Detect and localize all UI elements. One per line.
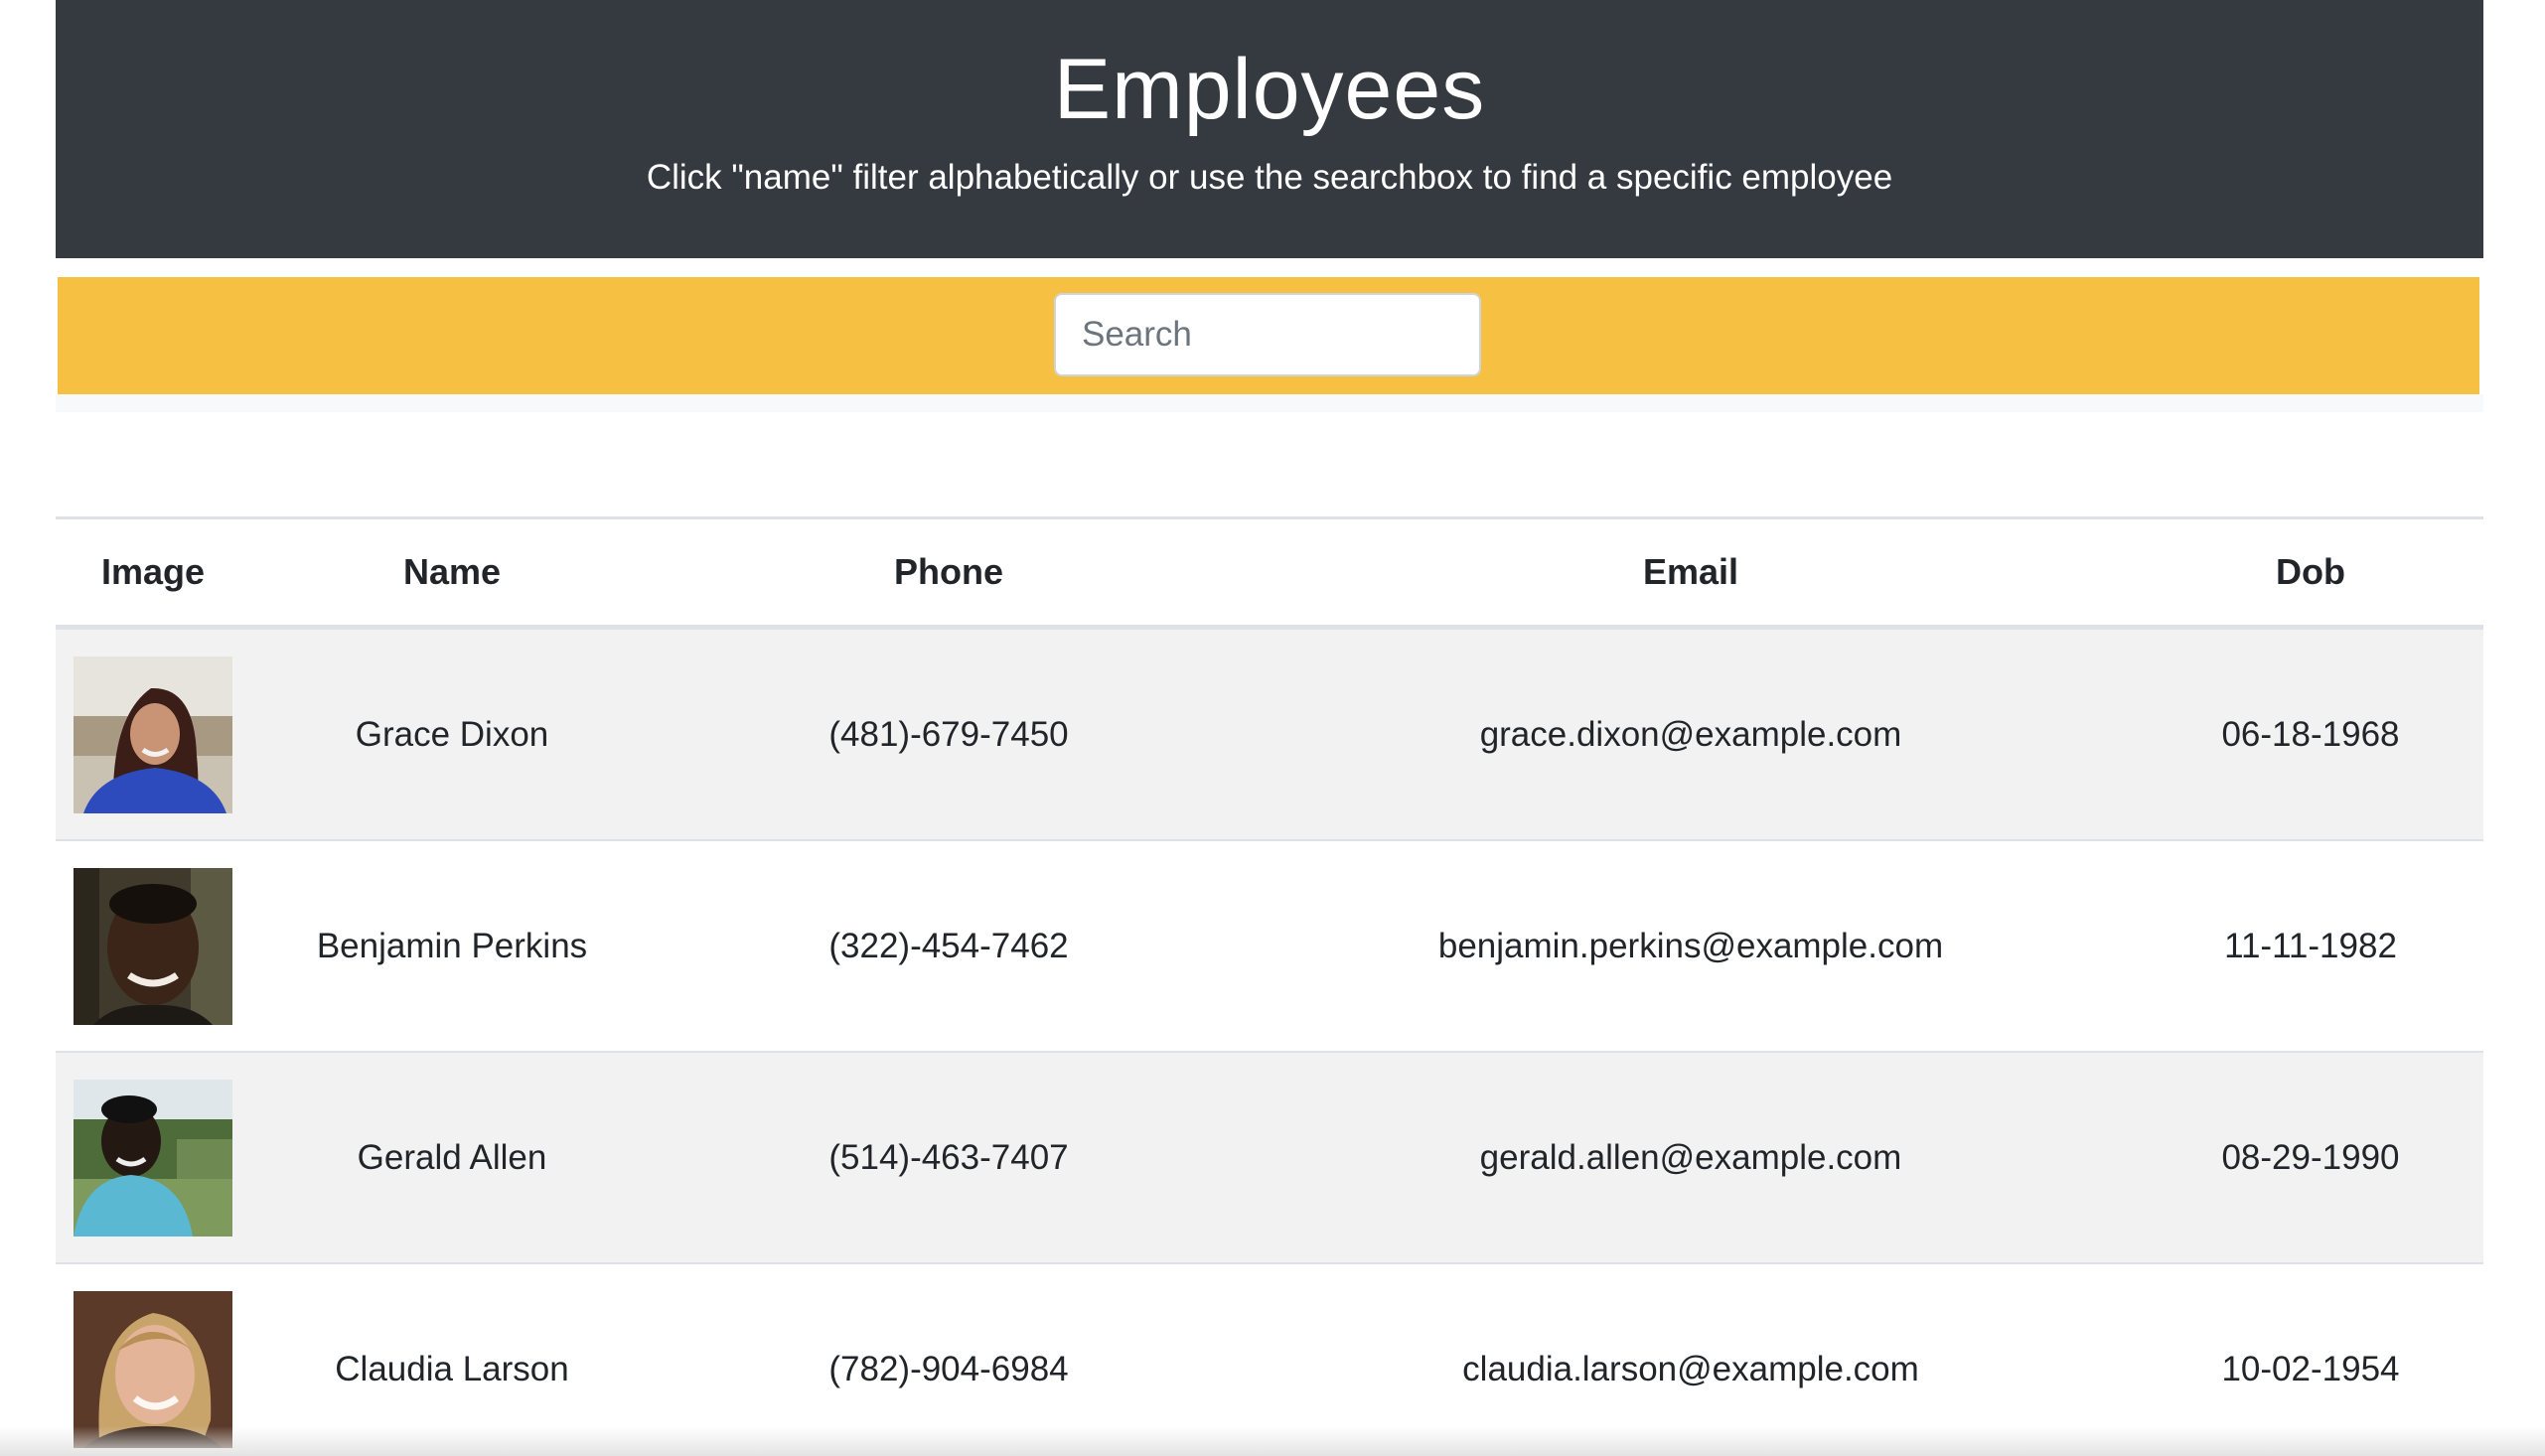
- employee-email: gerald.allen@example.com: [1244, 1052, 2138, 1264]
- viewport-bottom-shadow: [0, 1426, 2545, 1456]
- table-header-row: Image Name Phone Email Dob: [56, 516, 2483, 630]
- employee-email: grace.dixon@example.com: [1244, 627, 2138, 841]
- page-title: Employees: [1053, 42, 1486, 137]
- employee-name: Grace Dixon: [250, 627, 654, 841]
- employee-photo: [74, 867, 232, 1025]
- employee-table: Image Name Phone Email Dob Grace Dixon (…: [56, 516, 2483, 1456]
- search-input[interactable]: [1054, 293, 1481, 376]
- man-outdoor-portrait-icon: [74, 1079, 232, 1237]
- column-header-name[interactable]: Name: [250, 516, 654, 630]
- column-header-image: Image: [56, 516, 250, 630]
- man-portrait-icon: [74, 867, 232, 1025]
- table-row: Grace Dixon (481)-679-7450 grace.dixon@e…: [56, 627, 2483, 841]
- employee-phone: (514)-463-7407: [654, 1052, 1244, 1264]
- woman-portrait-icon: [74, 655, 232, 813]
- employee-name: Benjamin Perkins: [250, 840, 654, 1053]
- column-header-phone: Phone: [654, 516, 1244, 630]
- employee-photo: [74, 1290, 232, 1448]
- image-cell: [56, 627, 250, 841]
- search-bar-divider: [56, 394, 2483, 412]
- column-header-email: Email: [1244, 516, 2138, 630]
- page-header: Employees Click "name" filter alphabetic…: [56, 0, 2483, 258]
- employee-directory-page: Employees Click "name" filter alphabetic…: [0, 0, 2545, 1456]
- employee-dob: 06-18-1968: [2138, 627, 2483, 841]
- employee-phone: (322)-454-7462: [654, 840, 1244, 1053]
- table-row: Gerald Allen (514)-463-7407 gerald.allen…: [56, 1052, 2483, 1264]
- employee-photo: [74, 655, 232, 813]
- employee-email: benjamin.perkins@example.com: [1244, 840, 2138, 1053]
- employee-name: Gerald Allen: [250, 1052, 654, 1264]
- employee-phone: (481)-679-7450: [654, 627, 1244, 841]
- employee-dob: 11-11-1982: [2138, 840, 2483, 1053]
- image-cell: [56, 1052, 250, 1264]
- table-row: Benjamin Perkins (322)-454-7462 benjamin…: [56, 840, 2483, 1053]
- employee-dob: 08-29-1990: [2138, 1052, 2483, 1264]
- page-subtitle: Click "name" filter alphabetically or us…: [646, 158, 1893, 197]
- employee-photo: [74, 1079, 232, 1237]
- woman-blonde-portrait-icon: [74, 1290, 232, 1448]
- image-cell: [56, 840, 250, 1053]
- column-header-dob: Dob: [2138, 516, 2483, 630]
